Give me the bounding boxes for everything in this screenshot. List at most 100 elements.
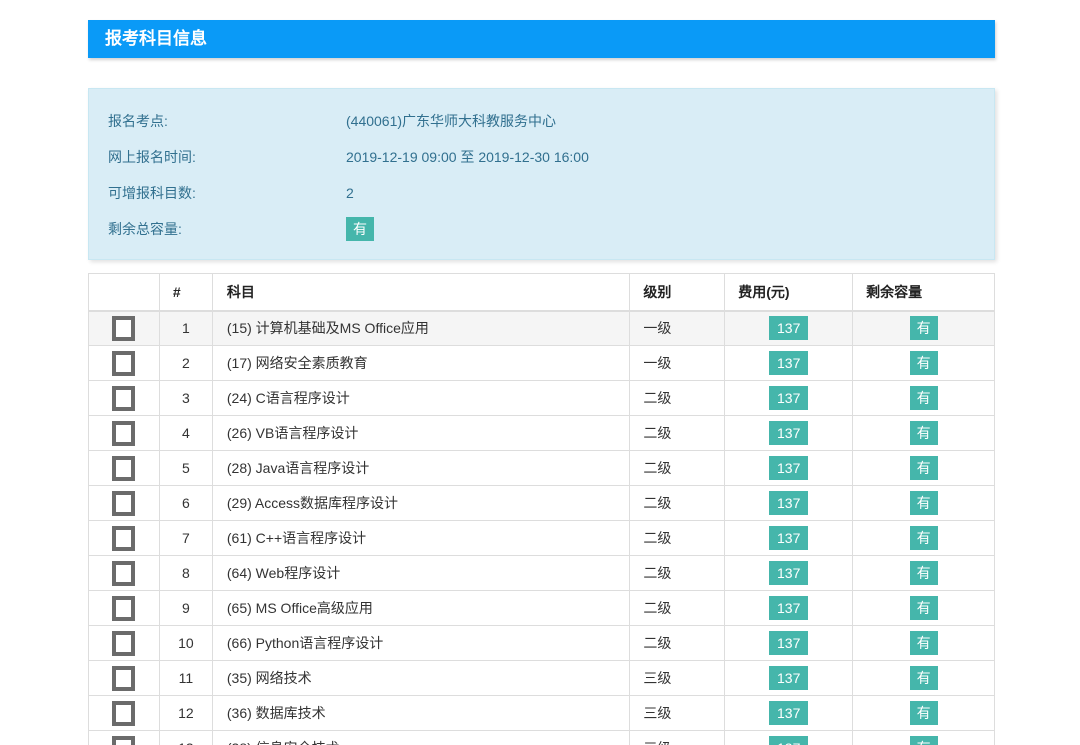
subject-name: (26) VB语言程序设计 — [212, 416, 629, 451]
subject-checkbox[interactable] — [112, 316, 135, 341]
subject-level: 二级 — [630, 521, 725, 556]
subject-level: 二级 — [630, 451, 725, 486]
subject-checkbox[interactable] — [112, 526, 135, 551]
header-capacity-column: 剩余容量 — [853, 274, 995, 311]
subject-index: 6 — [159, 486, 212, 521]
header-index-column: # — [159, 274, 212, 311]
subject-row: 8(64) Web程序设计二级137有 — [89, 556, 995, 591]
fee-badge: 137 — [769, 701, 808, 725]
subject-checkbox[interactable] — [112, 736, 135, 745]
fee-badge: 137 — [769, 736, 808, 745]
capacity-badge: 有 — [910, 491, 938, 515]
info-field-value: 2 — [346, 185, 354, 201]
capacity-badge: 有 — [910, 561, 938, 585]
subject-fee-cell: 137 — [725, 381, 853, 416]
header-level-column: 级别 — [630, 274, 725, 311]
subject-index: 2 — [159, 346, 212, 381]
subject-capacity-cell: 有 — [853, 381, 995, 416]
registration-info-panel: 报名考点:(440061)广东华师大科教服务中心网上报名时间:2019-12-1… — [88, 88, 995, 260]
info-field-label: 报名考点: — [108, 111, 346, 131]
capacity-badge: 有 — [910, 596, 938, 620]
subject-checkbox[interactable] — [112, 386, 135, 411]
fee-badge: 137 — [769, 386, 808, 410]
fee-badge: 137 — [769, 596, 808, 620]
info-field-row: 报名考点:(440061)广东华师大科教服务中心 — [108, 103, 994, 139]
subject-row: 5(28) Java语言程序设计二级137有 — [89, 451, 995, 486]
fee-badge: 137 — [769, 526, 808, 550]
subject-level: 二级 — [630, 381, 725, 416]
subject-fee-cell: 137 — [725, 626, 853, 661]
subject-name: (15) 计算机基础及MS Office应用 — [212, 311, 629, 346]
info-field-row: 可增报科目数:2 — [108, 175, 994, 211]
table-header-row: # 科目 级别 费用(元) 剩余容量 — [89, 274, 995, 311]
subject-row: 12(36) 数据库技术三级137有 — [89, 696, 995, 731]
page-container: 报考科目信息 报名考点:(440061)广东华师大科教服务中心网上报名时间:20… — [88, 0, 995, 745]
subject-fee-cell: 137 — [725, 486, 853, 521]
info-field-value: 2019-12-19 09:00 至 2019-12-30 16:00 — [346, 147, 589, 167]
header-checkbox-column — [89, 274, 160, 311]
subject-checkbox[interactable] — [112, 561, 135, 586]
subject-level: 二级 — [630, 591, 725, 626]
subject-capacity-cell: 有 — [853, 626, 995, 661]
subject-name: (29) Access数据库程序设计 — [212, 486, 629, 521]
subject-index: 9 — [159, 591, 212, 626]
subject-fee-cell: 137 — [725, 416, 853, 451]
subject-row: 11(35) 网络技术三级137有 — [89, 661, 995, 696]
subject-checkbox-cell — [89, 661, 160, 696]
subject-checkbox[interactable] — [112, 351, 135, 376]
subject-capacity-cell: 有 — [853, 521, 995, 556]
header-fee-column: 费用(元) — [725, 274, 853, 311]
subject-row: 9(65) MS Office高级应用二级 137 有 — [89, 591, 995, 626]
subject-checkbox[interactable] — [112, 631, 135, 656]
subject-row: 7(61) C++语言程序设计二级137有 — [89, 521, 995, 556]
subject-fee-cell: 137 — [725, 731, 853, 745]
subject-fee-cell: 137 — [725, 591, 853, 626]
subject-row: 13(38) 信息安全技术三级137有 — [89, 731, 995, 745]
subject-checkbox-cell — [89, 556, 160, 591]
subject-index: 7 — [159, 521, 212, 556]
subject-checkbox-cell — [89, 346, 160, 381]
capacity-badge: 有 — [910, 631, 938, 655]
subject-fee-cell: 137 — [725, 661, 853, 696]
subject-checkbox[interactable] — [112, 701, 135, 726]
subject-checkbox[interactable] — [112, 421, 135, 446]
info-field-label: 网上报名时间: — [108, 147, 346, 167]
capacity-badge: 有 — [910, 736, 938, 745]
subject-capacity-cell: 有 — [853, 451, 995, 486]
subject-index: 13 — [159, 731, 212, 745]
info-field-label: 可增报科目数: — [108, 183, 346, 203]
subject-fee-cell: 137 — [725, 346, 853, 381]
info-field-label: 剩余总容量: — [108, 219, 346, 239]
capacity-badge: 有 — [910, 421, 938, 445]
info-field-row: 网上报名时间:2019-12-19 09:00 至 2019-12-30 16:… — [108, 139, 994, 175]
subject-name: (36) 数据库技术 — [212, 696, 629, 731]
subject-row: 3(24) C语言程序设计二级137有 — [89, 381, 995, 416]
subject-capacity-cell: 有 — [853, 311, 995, 346]
header-subject-column: 科目 — [212, 274, 629, 311]
subject-capacity-cell: 有 — [853, 416, 995, 451]
capacity-badge: 有 — [910, 316, 938, 340]
subject-capacity-cell: 有 — [853, 486, 995, 521]
fee-badge: 137 — [769, 316, 808, 340]
subject-level: 三级 — [630, 696, 725, 731]
subject-level: 二级 — [630, 626, 725, 661]
subject-index: 5 — [159, 451, 212, 486]
subject-index: 4 — [159, 416, 212, 451]
subject-capacity-cell: 有 — [853, 346, 995, 381]
capacity-badge: 有 — [910, 666, 938, 690]
subject-name: (65) MS Office高级应用 — [212, 591, 629, 626]
subject-checkbox-cell — [89, 451, 160, 486]
fee-badge: 137 — [769, 491, 808, 515]
subject-index: 11 — [159, 661, 212, 696]
subject-name: (38) 信息安全技术 — [212, 731, 629, 745]
info-field-row: 剩余总容量:有 — [108, 211, 994, 247]
subject-name: (64) Web程序设计 — [212, 556, 629, 591]
subject-checkbox[interactable] — [112, 456, 135, 481]
subject-checkbox-cell — [89, 486, 160, 521]
subject-checkbox[interactable] — [112, 491, 135, 516]
fee-badge: 137 — [769, 561, 808, 585]
subject-checkbox[interactable] — [112, 666, 135, 691]
subject-checkbox[interactable] — [112, 596, 135, 621]
subject-level: 二级 — [630, 416, 725, 451]
subject-fee-cell: 137 — [725, 451, 853, 486]
